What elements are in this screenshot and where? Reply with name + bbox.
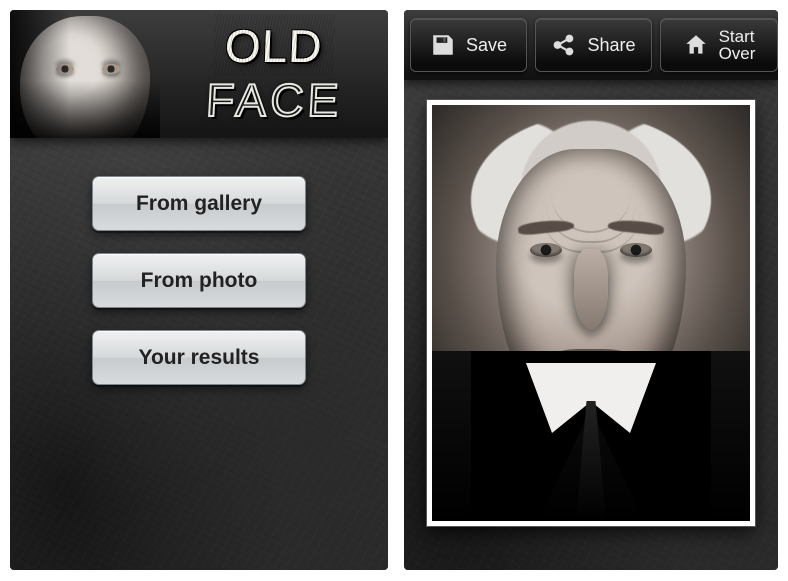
app-header: OLD FACE — [10, 10, 388, 138]
share-button-label: Share — [587, 35, 635, 56]
logo-word-old: OLD — [216, 17, 332, 73]
result-toolbar: Save Share — [404, 10, 778, 80]
share-button[interactable]: Share — [535, 18, 652, 72]
from-gallery-button[interactable]: From gallery — [92, 176, 306, 231]
home-screen: OLD FACE From gallery From photo Your re… — [10, 10, 388, 570]
save-button[interactable]: Save — [410, 18, 527, 72]
start-over-button[interactable]: Start Over — [660, 18, 778, 72]
start-over-button-label: Start Over — [719, 28, 756, 62]
your-results-button[interactable]: Your results — [92, 330, 306, 385]
share-icon — [551, 32, 577, 58]
result-screen: Save Share — [404, 10, 778, 570]
from-photo-button[interactable]: From photo — [92, 253, 306, 308]
result-image — [432, 105, 750, 521]
result-image-frame — [427, 100, 755, 526]
save-icon — [430, 32, 456, 58]
save-button-label: Save — [466, 35, 507, 56]
main-menu: From gallery From photo Your results — [10, 176, 388, 385]
app-logo: OLD FACE — [160, 10, 388, 138]
home-icon — [683, 32, 709, 58]
header-face-thumbnail — [10, 10, 160, 138]
logo-word-face: FACE — [205, 73, 344, 127]
